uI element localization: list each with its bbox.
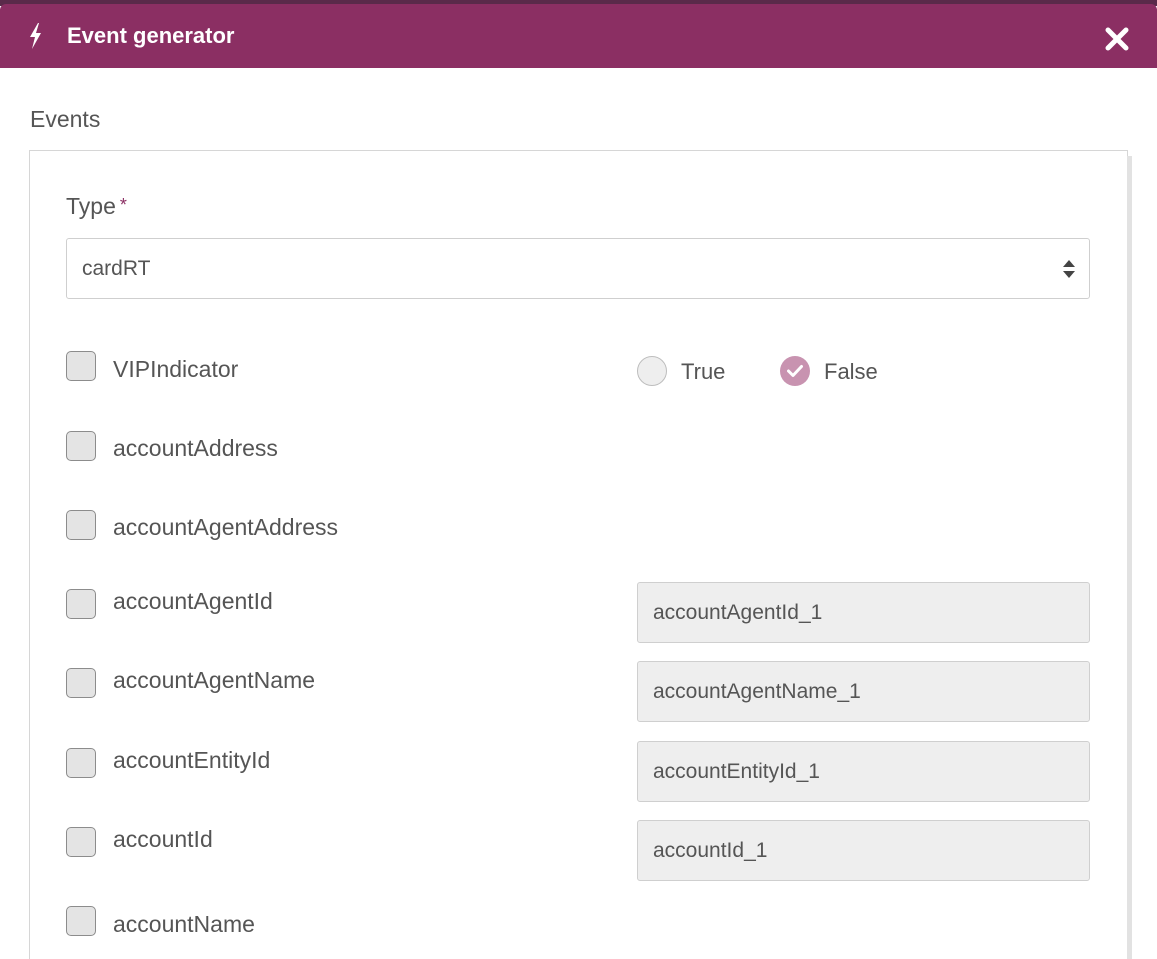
field-label-accountentityid: accountEntityId bbox=[113, 747, 271, 773]
type-select-value: cardRT bbox=[82, 257, 151, 280]
accountentityid-input[interactable] bbox=[637, 741, 1090, 802]
bolt-icon bbox=[30, 23, 41, 49]
dialog-title: Event generator bbox=[67, 23, 235, 48]
check-icon bbox=[787, 365, 803, 377]
type-field-label: Type * bbox=[66, 193, 127, 221]
sort-arrows-icon bbox=[1063, 260, 1075, 278]
required-marker: * bbox=[119, 195, 127, 215]
field-label-vipindicator: VIPIndicator bbox=[113, 356, 239, 382]
field-label-accountid: accountId bbox=[113, 826, 213, 852]
type-select[interactable]: cardRT bbox=[66, 238, 1090, 299]
checkbox-accountagentid[interactable] bbox=[66, 589, 96, 619]
field-label-accountagentid: accountAgentId bbox=[113, 588, 273, 614]
field-label-accountagentaddress: accountAgentAddress bbox=[113, 514, 339, 540]
panel-scrollbar-track[interactable] bbox=[1127, 156, 1132, 959]
accountid-input[interactable] bbox=[637, 820, 1090, 881]
field-label-accountaddress: accountAddress bbox=[113, 435, 278, 461]
checkbox-vipindicator[interactable] bbox=[66, 351, 96, 381]
checkbox-accountname[interactable] bbox=[66, 906, 96, 936]
field-label-accountagentname: accountAgentName bbox=[113, 667, 316, 693]
radio-false-circle[interactable] bbox=[780, 356, 810, 386]
type-label-text: Type bbox=[66, 193, 116, 219]
accountagentname-input[interactable] bbox=[637, 661, 1090, 722]
close-icon[interactable] bbox=[1103, 25, 1131, 53]
radio-true-label: True bbox=[681, 359, 726, 384]
events-section-title: Events bbox=[30, 106, 101, 132]
checkbox-accountaddress[interactable] bbox=[66, 431, 96, 461]
radio-true-circle[interactable] bbox=[637, 356, 667, 386]
radio-false-label: False bbox=[824, 359, 878, 384]
checkbox-accountentityid[interactable] bbox=[66, 748, 96, 778]
field-label-accountname: accountName bbox=[113, 911, 255, 937]
checkbox-accountid[interactable] bbox=[66, 827, 96, 857]
dialog-header: Event generator bbox=[0, 4, 1157, 68]
checkbox-accountagentaddress[interactable] bbox=[66, 510, 96, 540]
accountagentid-input[interactable] bbox=[637, 582, 1090, 643]
checkbox-accountagentname[interactable] bbox=[66, 668, 96, 698]
